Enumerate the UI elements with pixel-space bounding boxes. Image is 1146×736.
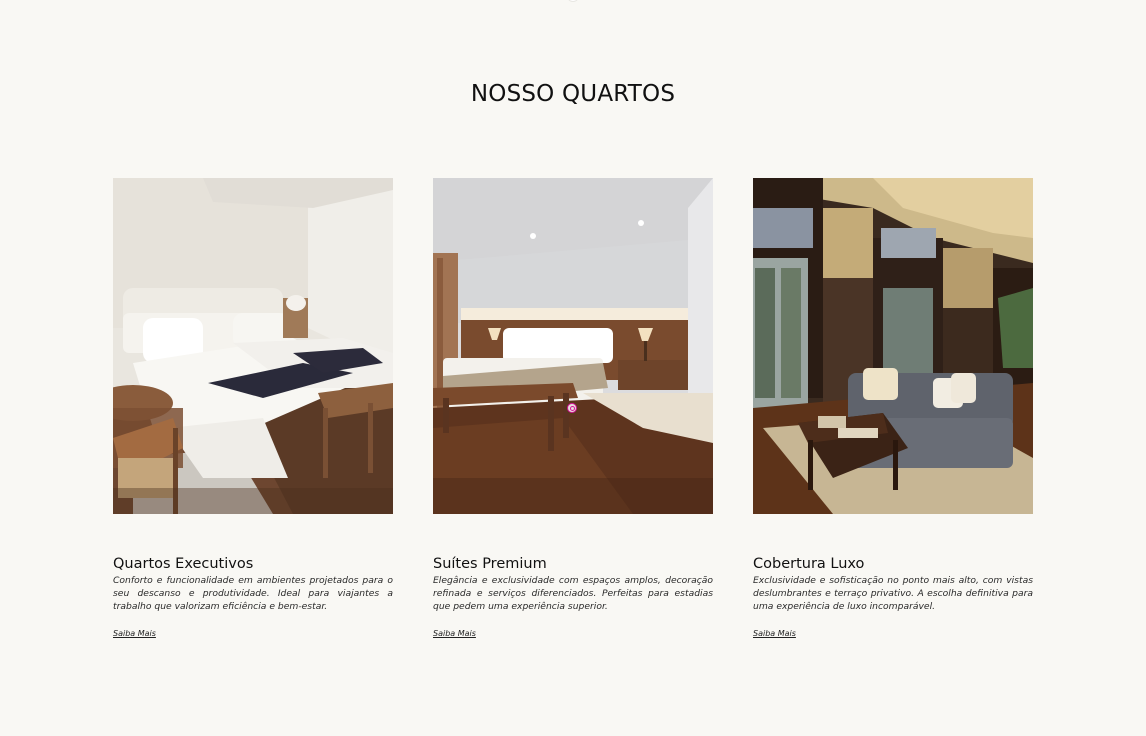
room-image-twin-beds (113, 178, 393, 514)
room-photo-cobertura (753, 178, 1033, 514)
room-description: Elegância e exclusividade com espaços am… (433, 575, 713, 612)
room-card-executivos: Quartos Executivos Conforto e funcionali… (113, 178, 393, 640)
room-photo-executivos (113, 178, 393, 514)
room-description: Exclusividade e sofisticação no ponto ma… (753, 575, 1033, 612)
saiba-mais-link[interactable]: Saiba Mais (113, 629, 156, 638)
room-image-king-bed (433, 178, 713, 514)
top-scroll-indicator (569, 0, 577, 1)
room-title: Quartos Executivos (113, 556, 254, 572)
room-title: Cobertura Luxo (753, 556, 865, 572)
room-photo-premium (433, 178, 713, 514)
room-card-cobertura: Cobertura Luxo Exclusividade e sofistica… (753, 178, 1033, 640)
section-title: NOSSO QUARTOS (470, 81, 676, 107)
saiba-mais-link[interactable]: Saiba Mais (753, 629, 796, 638)
cursor-indicator (567, 403, 577, 413)
room-description: Conforto e funcionalidade em ambientes p… (113, 575, 393, 612)
room-image-penthouse-living (753, 178, 1033, 514)
saiba-mais-link[interactable]: Saiba Mais (433, 629, 476, 638)
room-title: Suítes Premium (433, 556, 547, 572)
